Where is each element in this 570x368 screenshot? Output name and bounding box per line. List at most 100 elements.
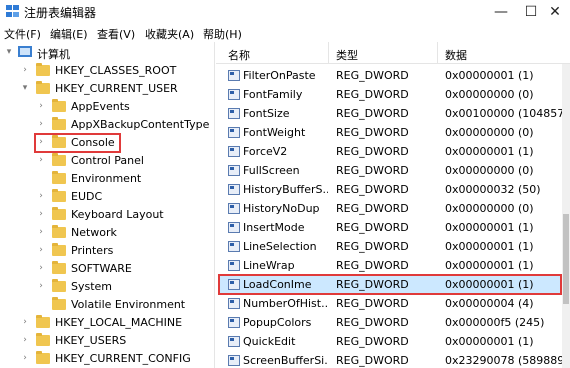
chevron-right-icon[interactable]: › bbox=[36, 262, 46, 274]
column-header-data[interactable]: 数据 bbox=[445, 47, 467, 63]
chevron-right-icon[interactable]: › bbox=[36, 208, 46, 220]
cell-type: REG_DWORD bbox=[336, 69, 409, 82]
cell-data: 0x00000000 (0) bbox=[445, 202, 534, 215]
cell-name: ScreenBufferSi... bbox=[243, 354, 328, 367]
tree-item-network[interactable]: › Network bbox=[0, 224, 214, 242]
menu-file[interactable]: 文件(F) bbox=[4, 26, 41, 42]
tree-item-label: Keyboard Layout bbox=[71, 208, 164, 221]
tree-item-label: Control Panel bbox=[71, 154, 144, 167]
folder-icon bbox=[36, 63, 50, 76]
tree-item-computer[interactable]: ▾ 计算机 bbox=[0, 44, 214, 62]
column-divider[interactable] bbox=[437, 42, 438, 64]
console-highlight-box bbox=[34, 133, 121, 153]
column-divider[interactable] bbox=[328, 42, 329, 64]
chevron-right-icon[interactable]: › bbox=[36, 118, 46, 130]
chevron-right-icon[interactable]: › bbox=[36, 244, 46, 256]
chevron-down-icon[interactable]: ▾ bbox=[4, 46, 14, 58]
cell-name: ForceV2 bbox=[243, 145, 288, 158]
cell-type: REG_DWORD bbox=[336, 202, 409, 215]
menu-view[interactable]: 查看(V) bbox=[97, 26, 135, 42]
minimize-button[interactable]: — bbox=[486, 0, 516, 24]
folder-icon bbox=[36, 351, 50, 364]
table-row[interactable]: ForceV2 REG_DWORD 0x00000001 (1) bbox=[216, 142, 570, 161]
cell-data: 0x00000001 (1) bbox=[445, 259, 534, 272]
tree-item-hkcc[interactable]: › HKEY_CURRENT_CONFIG bbox=[0, 350, 214, 368]
loadconime-highlight-box bbox=[218, 274, 562, 295]
tree-item-label: Volatile Environment bbox=[71, 298, 186, 311]
chevron-down-icon[interactable]: ▾ bbox=[20, 82, 30, 94]
cell-name: FilterOnPaste bbox=[243, 69, 316, 82]
chevron-right-icon[interactable]: › bbox=[36, 100, 46, 112]
close-button[interactable]: ✕ bbox=[540, 0, 570, 24]
tree-item-hku[interactable]: › HKEY_USERS bbox=[0, 332, 214, 350]
chevron-right-icon[interactable]: › bbox=[20, 64, 30, 76]
menu-favorites[interactable]: 收藏夹(A) bbox=[145, 26, 194, 42]
cell-type: REG_DWORD bbox=[336, 164, 409, 177]
column-header-type[interactable]: 类型 bbox=[336, 47, 358, 63]
key-tree: ▾ 计算机 › HKEY_CLASSES_ROOT ▾ HKEY_CURRENT… bbox=[0, 42, 214, 368]
tree-item-software[interactable]: › SOFTWARE bbox=[0, 260, 214, 278]
chevron-right-icon[interactable]: › bbox=[36, 226, 46, 238]
table-row[interactable]: FontFamily REG_DWORD 0x00000000 (0) bbox=[216, 85, 570, 104]
table-row[interactable]: FilterOnPaste REG_DWORD 0x00000001 (1) bbox=[216, 66, 570, 85]
table-row[interactable]: FontWeight REG_DWORD 0x00000000 (0) bbox=[216, 123, 570, 142]
tree-item-printers[interactable]: › Printers bbox=[0, 242, 214, 260]
folder-icon bbox=[52, 261, 66, 274]
vertical-scrollbar[interactable] bbox=[562, 64, 570, 368]
menu-help[interactable]: 帮助(H) bbox=[203, 26, 242, 42]
registry-editor-icon bbox=[6, 5, 20, 18]
table-row[interactable]: FullScreen REG_DWORD 0x00000000 (0) bbox=[216, 161, 570, 180]
cell-type: REG_DWORD bbox=[336, 221, 409, 234]
tree-item-environment[interactable]: Environment bbox=[0, 170, 214, 188]
table-row[interactable]: ScreenBufferSi... REG_DWORD 0x23290078 (… bbox=[216, 351, 570, 368]
tree-item-eudc[interactable]: › EUDC bbox=[0, 188, 214, 206]
menu-edit[interactable]: 编辑(E) bbox=[50, 26, 88, 42]
chevron-right-icon[interactable]: › bbox=[36, 280, 46, 292]
column-header-name[interactable]: 名称 bbox=[228, 47, 250, 63]
cell-data: 0x00000001 (1) bbox=[445, 335, 534, 348]
cell-type: REG_DWORD bbox=[336, 107, 409, 120]
dword-value-icon bbox=[228, 184, 240, 195]
tree-item-hklm[interactable]: › HKEY_LOCAL_MACHINE bbox=[0, 314, 214, 332]
scrollbar-thumb[interactable] bbox=[563, 214, 569, 304]
tree-item-label: AppXBackupContentType bbox=[71, 118, 210, 131]
tree-item-hkcr[interactable]: › HKEY_CLASSES_ROOT bbox=[0, 62, 214, 80]
table-row[interactable]: PopupColors REG_DWORD 0x000000f5 (245) bbox=[216, 313, 570, 332]
table-row[interactable]: LineSelection REG_DWORD 0x00000001 (1) bbox=[216, 237, 570, 256]
chevron-right-icon[interactable]: › bbox=[20, 334, 30, 346]
tree-item-keyboard-layout[interactable]: › Keyboard Layout bbox=[0, 206, 214, 224]
tree-item-appevents[interactable]: › AppEvents bbox=[0, 98, 214, 116]
cell-data: 0x00000004 (4) bbox=[445, 297, 534, 310]
cell-data: 0x000000f5 (245) bbox=[445, 316, 545, 329]
chevron-right-icon[interactable]: › bbox=[20, 352, 30, 364]
cell-name: FontFamily bbox=[243, 88, 303, 101]
folder-icon bbox=[52, 225, 66, 238]
table-row[interactable]: HistoryBufferS... REG_DWORD 0x00000032 (… bbox=[216, 180, 570, 199]
table-row[interactable]: HistoryNoDup REG_DWORD 0x00000000 (0) bbox=[216, 199, 570, 218]
pane-splitter[interactable] bbox=[214, 42, 215, 368]
table-row[interactable]: NumberOfHist... REG_DWORD 0x00000004 (4) bbox=[216, 294, 570, 313]
dword-value-icon bbox=[228, 127, 240, 138]
cell-name: LineWrap bbox=[243, 259, 295, 272]
folder-icon bbox=[52, 117, 66, 130]
folder-icon bbox=[52, 99, 66, 112]
table-row[interactable]: InsertMode REG_DWORD 0x00000001 (1) bbox=[216, 218, 570, 237]
folder-icon bbox=[52, 243, 66, 256]
table-row[interactable]: FontSize REG_DWORD 0x00100000 (1048576) bbox=[216, 104, 570, 123]
table-row[interactable]: LineWrap REG_DWORD 0x00000001 (1) bbox=[216, 256, 570, 275]
tree-item-system[interactable]: › System bbox=[0, 278, 214, 296]
folder-icon bbox=[52, 207, 66, 220]
cell-data: 0x00000000 (0) bbox=[445, 88, 534, 101]
tree-item-appxbackup[interactable]: › AppXBackupContentType bbox=[0, 116, 214, 134]
chevron-right-icon[interactable]: › bbox=[36, 154, 46, 166]
tree-item-control-panel[interactable]: › Control Panel bbox=[0, 152, 214, 170]
tree-item-label: HKEY_CURRENT_USER bbox=[55, 82, 178, 95]
window-title: 注册表编辑器 bbox=[24, 6, 97, 20]
dword-value-icon bbox=[228, 260, 240, 271]
chevron-right-icon[interactable]: › bbox=[36, 190, 46, 202]
cell-name: FontSize bbox=[243, 107, 290, 120]
tree-item-hkcu[interactable]: ▾ HKEY_CURRENT_USER bbox=[0, 80, 214, 98]
tree-item-volatile-environment[interactable]: Volatile Environment bbox=[0, 296, 214, 314]
table-row[interactable]: QuickEdit REG_DWORD 0x00000001 (1) bbox=[216, 332, 570, 351]
chevron-right-icon[interactable]: › bbox=[20, 316, 30, 328]
